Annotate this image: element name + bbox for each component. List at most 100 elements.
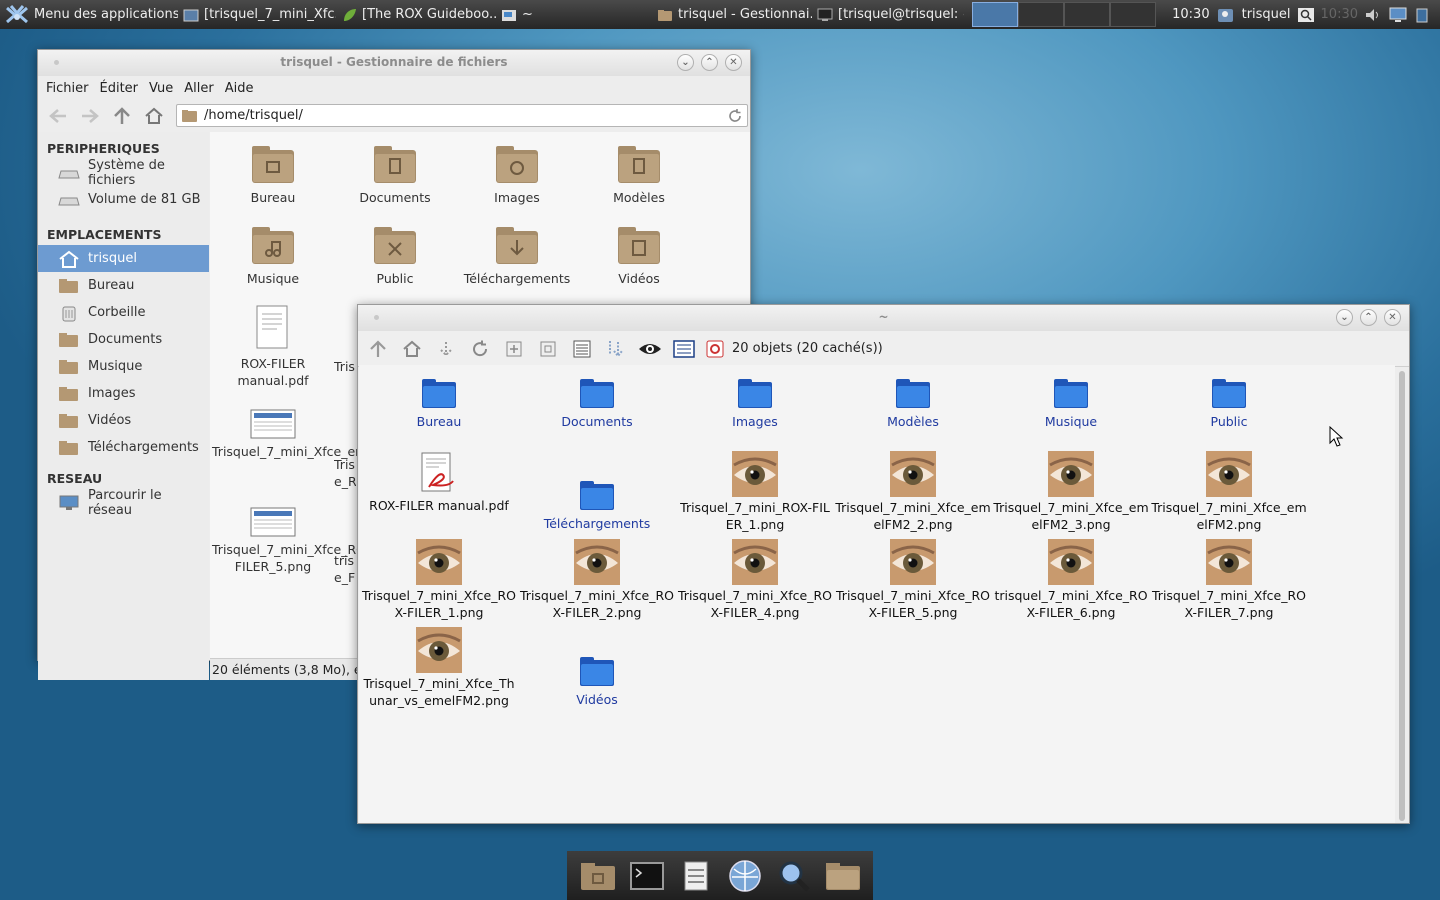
folder-documents[interactable]: Documents [334, 142, 456, 206]
close-button[interactable]: ✕ [725, 54, 742, 71]
task-button-5[interactable]: [trisquel@trisquel: ~] [812, 0, 964, 29]
home-button[interactable] [398, 335, 426, 363]
menu-editer[interactable]: Éditer [100, 81, 139, 96]
rox-file-item[interactable]: Trisquel_7_mini_Xfce_ROX-FILER_5.png [835, 539, 991, 621]
rox-file-item[interactable]: Trisquel_7_mini_Xfce_emelFM2.png [1151, 451, 1307, 533]
dock-folder[interactable] [823, 856, 863, 896]
applications-menu-button[interactable]: Menu des applications [0, 0, 178, 29]
menu-aide[interactable]: Aide [225, 81, 254, 96]
parent-folder-button[interactable] [108, 102, 136, 130]
rox-file-item[interactable]: ROX-FILER manual.pdf [361, 451, 517, 514]
workspace-1[interactable] [972, 2, 1018, 27]
rox-file-item[interactable]: Trisquel_7_mini_ROX-FILER_1.png [677, 451, 833, 533]
rox-scrollbar[interactable] [1399, 371, 1405, 821]
sidebar-item-images[interactable]: Images [38, 380, 209, 407]
dock-search[interactable] [774, 856, 814, 896]
workspace-3[interactable] [1064, 2, 1110, 27]
sidebar-item-trisquel[interactable]: trisquel [38, 245, 209, 272]
show-hidden-button[interactable] [636, 335, 664, 363]
search-tray-icon[interactable] [1297, 6, 1315, 24]
rox-file-item[interactable]: Trisquel_7_mini_Xfce_emelFM2_2.png [835, 451, 991, 533]
rox-folder-item[interactable]: Documents [519, 377, 675, 430]
file-partial-2[interactable]: Tris e_R [334, 456, 356, 490]
folder-musique[interactable]: Musique [212, 223, 334, 287]
window-menu-dot[interactable] [374, 315, 379, 320]
details-view-button[interactable] [568, 335, 596, 363]
file-rox-filer-5[interactable]: Trisquel_7_mini_Xfce_ROX-FILER_5.png [212, 506, 378, 575]
thunar-titlebar[interactable]: trisquel - Gestionnaire de fichiers ⌄ ⌃ … [38, 50, 750, 76]
refresh-button[interactable] [466, 335, 494, 363]
rox-folder-item[interactable]: Vidéos [519, 655, 675, 708]
folder-videos[interactable]: Vidéos [578, 223, 700, 287]
fit-button[interactable] [534, 335, 562, 363]
sidebar-item-documents[interactable]: Documents [38, 326, 209, 353]
minimize-button[interactable]: ⌄ [677, 54, 694, 71]
maximize-button[interactable]: ⌃ [1360, 309, 1377, 326]
rox-titlebar[interactable]: ~ ⌄ ⌃ ✕ [358, 305, 1409, 331]
rox-folder-item[interactable]: Modèles [835, 377, 991, 430]
folder-modeles[interactable]: Modèles [578, 142, 700, 206]
dock-terminal[interactable] [627, 856, 667, 896]
rox-file-item[interactable]: Trisquel_7_mini_Xfce_Thunar_vs_emelFM2.p… [361, 627, 517, 709]
close-button[interactable]: ✕ [1384, 309, 1401, 326]
task-button-4[interactable]: trisquel - Gestionnai... [652, 0, 812, 29]
rox-file-item[interactable]: trisquel_7_mini_Xfce_ROX-FILER_6.png [993, 539, 1149, 621]
sidebar-item-bureau[interactable]: Bureau [38, 272, 209, 299]
clock[interactable]: 10:30 [1172, 7, 1209, 22]
rox-folder-item[interactable]: Public [1151, 377, 1307, 430]
rox-file-item[interactable]: Trisquel_7_mini_Xfce_ROX-FILER_1.png [361, 539, 517, 621]
menu-aller[interactable]: Aller [184, 81, 213, 96]
reload-icon[interactable] [727, 108, 743, 124]
select-all-button[interactable] [670, 335, 698, 363]
network-monitor-icon[interactable] [1388, 6, 1408, 24]
task-button-1[interactable]: [trisquel_7_mini_Xfc... [178, 0, 336, 29]
rox-file-item[interactable]: Trisquel_7_mini_Xfce_ROX-FILER_2.png [519, 539, 675, 621]
task-button-3[interactable]: ~ [496, 0, 652, 29]
sidebar-item-videos[interactable]: Vidéos [38, 407, 209, 434]
rox-file-view[interactable]: Bureau Documents Images Modèles Musique Publi… [359, 365, 1395, 823]
parent-directory-button[interactable] [364, 335, 392, 363]
workspace-2[interactable] [1018, 2, 1064, 27]
file-emelfm2-3[interactable]: Trisquel_7_mini_Xfce_emelFM2_3.png [212, 408, 446, 460]
bookmarks-button[interactable] [432, 335, 460, 363]
workspace-switcher[interactable] [972, 2, 1156, 27]
dock-file-manager[interactable] [676, 856, 716, 896]
file-partial-3[interactable]: tris e_F [334, 552, 356, 586]
zoom-in-button[interactable] [500, 335, 528, 363]
sidebar-item-volume[interactable]: Volume de 81 GB [38, 186, 209, 213]
power-icon[interactable] [1414, 6, 1430, 24]
location-bar[interactable]: /home/trisquel/ [176, 104, 748, 127]
dock-home-folder[interactable] [578, 856, 618, 896]
sidebar-item-musique[interactable]: Musique [38, 353, 209, 380]
maximize-button[interactable]: ⌃ [701, 54, 718, 71]
sort-button[interactable] [602, 335, 630, 363]
window-menu-dot[interactable] [54, 60, 59, 65]
rox-folder-item[interactable]: Téléchargements [519, 479, 675, 532]
user-menu[interactable]: trisquel [1242, 7, 1291, 22]
back-button[interactable] [44, 102, 72, 130]
file-rox-manual-pdf[interactable]: ROX-FILER manual.pdf [212, 304, 334, 389]
menu-fichier[interactable]: Fichier [46, 81, 89, 96]
dock-web-browser[interactable] [725, 856, 765, 896]
sidebar-item-network[interactable]: Parcourir le réseau [38, 488, 209, 518]
forward-button[interactable] [76, 102, 104, 130]
rox-folder-item[interactable]: Bureau [361, 377, 517, 430]
folder-bureau[interactable]: Bureau [212, 142, 334, 206]
home-button[interactable] [140, 102, 168, 130]
rox-folder-item[interactable]: Musique [993, 377, 1149, 430]
task-button-2[interactable]: [The ROX Guideboo... [336, 0, 496, 29]
rox-file-item[interactable]: Trisquel_7_mini_Xfce_ROX-FILER_7.png [1151, 539, 1307, 621]
help-button[interactable] [704, 335, 726, 363]
volume-icon[interactable] [1364, 6, 1382, 24]
sidebar-item-filesystem[interactable]: Système de fichiers [38, 158, 209, 188]
file-partial-1[interactable]: Tris [334, 358, 356, 375]
minimize-button[interactable]: ⌄ [1336, 309, 1353, 326]
folder-public[interactable]: Public [334, 223, 456, 287]
rox-folder-item[interactable]: Images [677, 377, 833, 430]
folder-telechargements[interactable]: Téléchargements [456, 223, 578, 287]
rox-file-item[interactable]: Trisquel_7_mini_Xfce_ROX-FILER_4.png [677, 539, 833, 621]
sidebar-item-telechargements[interactable]: Téléchargements [38, 434, 209, 461]
menu-vue[interactable]: Vue [149, 81, 173, 96]
sidebar-item-corbeille[interactable]: Corbeille [38, 299, 209, 326]
rox-file-item[interactable]: Trisquel_7_mini_Xfce_emelFM2_3.png [993, 451, 1149, 533]
